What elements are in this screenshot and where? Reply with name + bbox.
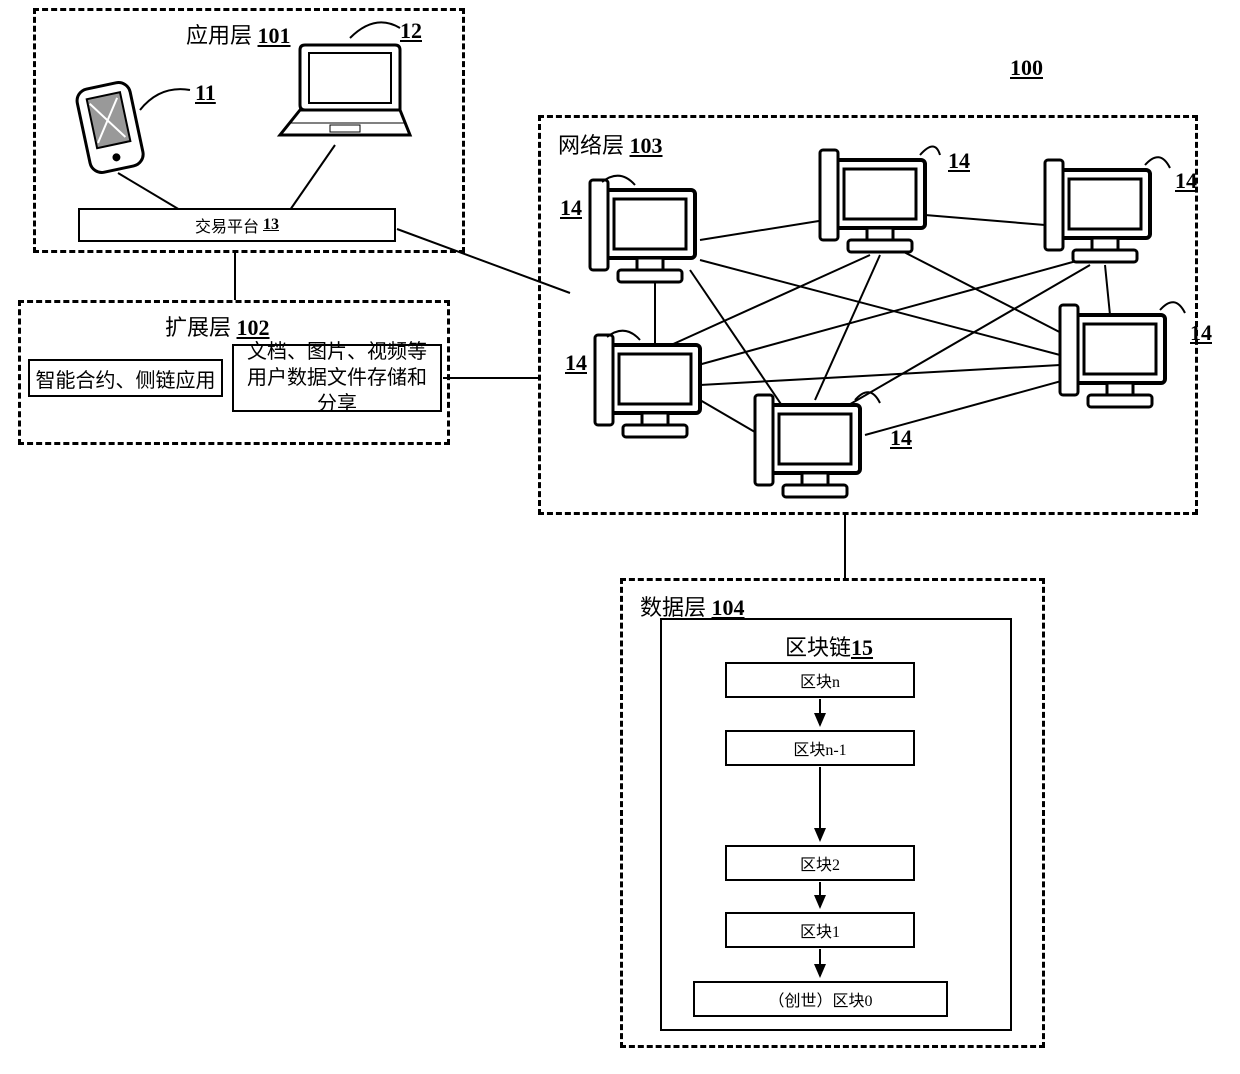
- block-arrows: [0, 0, 1240, 1074]
